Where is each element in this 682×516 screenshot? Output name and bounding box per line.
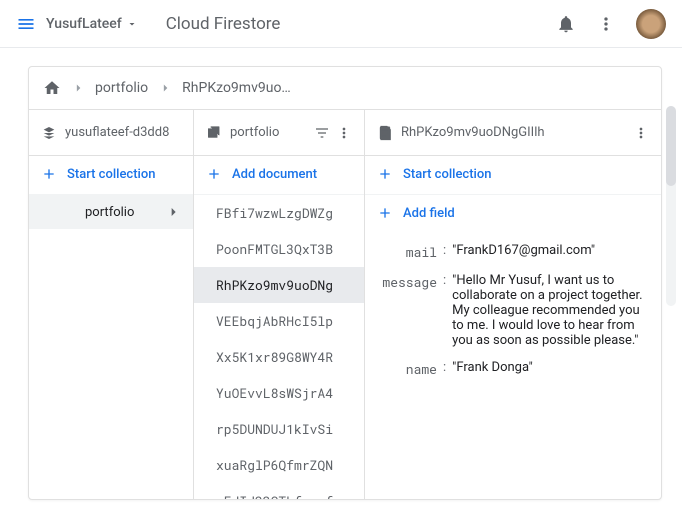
column-header: yusuflateef-d3dd8	[29, 110, 193, 156]
field-row[interactable]: message:"Hello Mr Yusuf, I want us to co…	[379, 267, 647, 354]
field-value: "Frank Donga"	[452, 360, 647, 375]
notifications-icon[interactable]	[556, 14, 576, 34]
breadcrumb-item[interactable]: portfolio	[95, 80, 148, 96]
column-root: yusuflateef-d3dd8 Start collection portf…	[29, 110, 194, 499]
column-document: RhPKzo9mv9uoDNgGIIlh Start collection	[365, 110, 661, 499]
action-label: Add field	[403, 206, 455, 221]
collection-icon	[206, 125, 222, 141]
document-item[interactable]: Xx5K1xr89G8WY4R	[194, 339, 364, 375]
filter-icon[interactable]	[314, 125, 330, 141]
menu-icon[interactable]	[16, 14, 36, 34]
action-label: Start collection	[67, 167, 155, 182]
home-icon[interactable]	[43, 79, 61, 97]
field-key: mail	[379, 243, 437, 261]
database-icon	[41, 125, 57, 141]
firestore-panel: portfolio RhPKzo9mv9uo… yusuflateef-d3dd…	[28, 66, 662, 500]
document-icon	[377, 125, 393, 141]
column-header-label: yusuflateef-d3dd8	[65, 125, 181, 140]
avatar[interactable]	[636, 9, 666, 39]
document-item[interactable]: RhPKzo9mv9uoDNg	[194, 267, 364, 303]
more-vert-icon[interactable]	[336, 125, 352, 141]
breadcrumb-item[interactable]: RhPKzo9mv9uo…	[182, 80, 291, 96]
action-label: Start collection	[403, 167, 491, 182]
field-value: "FrankD167@gmail.com"	[452, 243, 647, 258]
column-header: portfolio	[194, 110, 364, 156]
collection-item[interactable]: portfolio	[29, 195, 193, 229]
chevron-right-icon	[165, 204, 181, 220]
field-key: name	[379, 360, 437, 378]
column-header-label: RhPKzo9mv9uoDNgGIIlh	[401, 125, 625, 140]
add-document-button[interactable]: Add document	[194, 156, 364, 195]
document-item[interactable]: FBfi7wzwLzgDWZg	[194, 195, 364, 231]
column-header: RhPKzo9mv9uoDNgGIIlh	[365, 110, 661, 156]
field-value: "Hello Mr Yusuf, I want us to collaborat…	[452, 273, 647, 348]
add-field-button[interactable]: Add field	[365, 195, 661, 233]
column-header-label: portfolio	[230, 125, 306, 140]
breadcrumb: portfolio RhPKzo9mv9uo…	[29, 67, 661, 109]
scrollbar-thumb[interactable]	[666, 106, 676, 186]
plus-icon	[377, 205, 393, 221]
document-item[interactable]: yEJIJ22CThfzpcf	[194, 483, 364, 499]
document-item[interactable]: YuOEvvL8sWSjrA4	[194, 375, 364, 411]
document-item[interactable]: rp5DUNDUJ1kIvSi	[194, 411, 364, 447]
more-vert-icon[interactable]	[596, 14, 616, 34]
column-collection: portfolio Add document	[194, 110, 365, 499]
start-collection-button[interactable]: Start collection	[29, 156, 193, 195]
start-collection-button[interactable]: Start collection	[365, 156, 661, 195]
plus-icon	[206, 166, 222, 182]
project-chevron-icon[interactable]	[126, 18, 138, 30]
document-item[interactable]: VEEbqjAbRHcI5lp	[194, 303, 364, 339]
chevron-right-icon	[158, 81, 172, 95]
more-vert-icon[interactable]	[633, 125, 649, 141]
field-row[interactable]: name:"Frank Donga"	[379, 354, 647, 384]
topbar: YusufLateef Cloud Firestore	[0, 0, 682, 48]
field-key: message	[379, 273, 437, 291]
document-item[interactable]: xuaRglP6QfmrZQN	[194, 447, 364, 483]
chevron-right-icon	[71, 81, 85, 95]
scrollbar[interactable]	[666, 106, 676, 306]
collection-label: portfolio	[85, 205, 134, 220]
action-label: Add document	[232, 167, 317, 182]
document-item[interactable]: PoonFMTGL3QxT3B	[194, 231, 364, 267]
field-row[interactable]: mail:"FrankD167@gmail.com"	[379, 237, 647, 267]
project-name[interactable]: YusufLateef	[46, 16, 122, 32]
plus-icon	[41, 166, 57, 182]
page-title: Cloud Firestore	[166, 14, 281, 34]
plus-icon	[377, 166, 393, 182]
